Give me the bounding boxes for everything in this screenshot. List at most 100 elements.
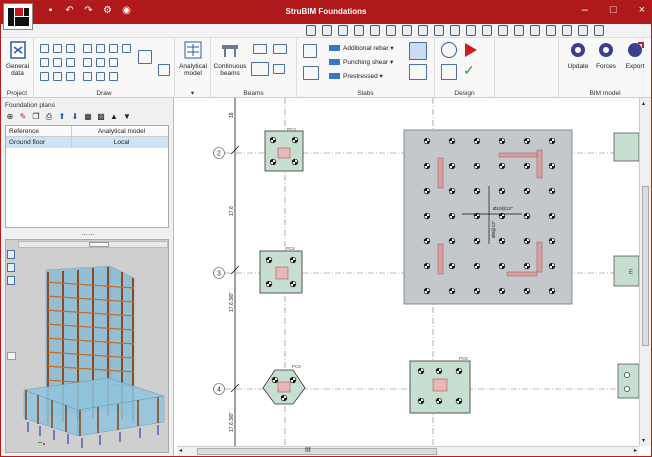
- zoom-all-icon[interactable]: [370, 25, 380, 36]
- draw-slab-icon[interactable]: [40, 72, 49, 81]
- frame-icon[interactable]: [138, 50, 152, 64]
- view-axes-icon[interactable]: [7, 250, 15, 259]
- column-analytical-model[interactable]: Analytical model: [72, 126, 168, 136]
- run-design-icon[interactable]: [465, 43, 477, 57]
- grid-icon[interactable]: [434, 25, 444, 36]
- corner-icon[interactable]: [158, 64, 170, 76]
- tie-beam-icon[interactable]: [253, 44, 267, 54]
- analytical-collapse[interactable]: ▾: [175, 89, 210, 97]
- slab-mesh-icon[interactable]: [409, 42, 427, 60]
- pan-icon[interactable]: [386, 25, 396, 36]
- measure-icon[interactable]: [482, 25, 492, 36]
- check-icon[interactable]: ✓: [463, 62, 475, 79]
- analytical-model-button[interactable]: Analytical model: [178, 41, 208, 77]
- grid-view-icon[interactable]: ▦: [83, 112, 93, 122]
- beam-arrow-icon[interactable]: [273, 64, 285, 74]
- general-data-button[interactable]: General data: [3, 41, 32, 77]
- 3d-view-h-thumb[interactable]: [89, 242, 109, 247]
- draw-line-icon[interactable]: [96, 44, 105, 53]
- align-icon[interactable]: [96, 72, 105, 81]
- 3d-view-v-scrollbar[interactable]: [7, 352, 17, 450]
- add-plan-icon[interactable]: ⊕: [5, 112, 15, 122]
- design-report-icon[interactable]: [441, 64, 457, 80]
- info-icon[interactable]: [594, 25, 604, 36]
- print-plan-icon[interactable]: ⎙: [44, 112, 54, 122]
- canvas-v-thumb[interactable]: [642, 186, 649, 346]
- strap-beam-icon[interactable]: [273, 44, 287, 54]
- 3d-view[interactable]: [5, 239, 169, 453]
- 3d-view-v-thumb[interactable]: [7, 352, 16, 360]
- punching-shear-menu[interactable]: Punching shear ▾: [329, 58, 393, 66]
- footing-partial-2[interactable]: [613, 255, 640, 287]
- draw-footing-icon[interactable]: [40, 44, 49, 53]
- minimize-button[interactable]: –: [582, 4, 588, 16]
- zoom-window-icon[interactable]: [354, 25, 364, 36]
- draw-pencil-icon[interactable]: [66, 44, 75, 53]
- maximize-button[interactable]: □: [610, 4, 617, 16]
- footing-pc6[interactable]: PC6: [259, 246, 303, 294]
- search-icon[interactable]: [109, 58, 118, 67]
- scale-icon[interactable]: [83, 72, 92, 81]
- table-row[interactable]: Ground floor Local: [6, 137, 168, 148]
- print-icon[interactable]: [530, 25, 540, 36]
- app-logo[interactable]: [3, 3, 33, 30]
- view-shield-icon[interactable]: [7, 276, 15, 285]
- copy-icon[interactable]: [83, 58, 92, 67]
- design-refresh-icon[interactable]: [441, 42, 457, 58]
- scroll-left-icon[interactable]: ◂: [179, 447, 182, 454]
- continuous-beams-button[interactable]: Continuous beams: [213, 41, 247, 77]
- canvas-h-thumb[interactable]: [197, 448, 437, 455]
- slab-text-icon[interactable]: [303, 44, 317, 58]
- view-layers-icon[interactable]: [7, 263, 15, 272]
- window-icon[interactable]: [546, 25, 556, 36]
- refresh-icon[interactable]: [402, 25, 412, 36]
- zoom-in-icon[interactable]: [322, 25, 332, 36]
- mirror-icon[interactable]: [96, 58, 105, 67]
- export-button[interactable]: Export: [621, 41, 649, 70]
- footing-pc9[interactable]: PC9: [262, 364, 306, 405]
- rotate-icon[interactable]: [122, 44, 131, 53]
- move-up-icon[interactable]: ⬆: [57, 112, 67, 122]
- 3d-view-h-scrollbar[interactable]: [18, 241, 168, 248]
- footing-partial-3[interactable]: [617, 363, 640, 399]
- beam-stack-icon[interactable]: [251, 62, 269, 76]
- draw-wall-icon[interactable]: [66, 58, 75, 67]
- scroll-up-icon[interactable]: ▴: [642, 100, 645, 107]
- drawing-canvas[interactable]: 17.6 17.6 3/8" 17.6 3/8" 18 2 3 4 PC3 PC…: [177, 98, 640, 446]
- footing-partial-1[interactable]: [613, 132, 640, 162]
- footing-pc3[interactable]: PC3: [264, 127, 304, 172]
- circle-icon[interactable]: [109, 72, 118, 81]
- canvas-h-scrollbar[interactable]: ◂ III ▸: [177, 446, 639, 456]
- draw-tie-beam-icon[interactable]: [53, 44, 62, 53]
- draw-grid-icon[interactable]: [40, 58, 49, 67]
- zoom-out-icon[interactable]: [338, 25, 348, 36]
- ortho-icon[interactable]: [466, 25, 476, 36]
- help-icon[interactable]: [578, 25, 588, 36]
- move-icon[interactable]: [109, 44, 118, 53]
- draw-mat-icon[interactable]: [53, 72, 62, 81]
- copy-plan-icon[interactable]: ❐: [31, 112, 41, 122]
- scroll-right-icon[interactable]: ▸: [634, 447, 637, 454]
- scroll-down-icon[interactable]: ▾: [642, 437, 645, 444]
- draw-building-icon[interactable]: [66, 72, 75, 81]
- snap-icon[interactable]: [450, 25, 460, 36]
- draw-edit-icon[interactable]: [83, 44, 92, 53]
- forces-button[interactable]: Forces: [593, 41, 619, 70]
- collapse-down-icon[interactable]: ▼: [122, 112, 132, 122]
- draw-pile-icon[interactable]: [53, 58, 62, 67]
- update-button[interactable]: Update: [565, 41, 591, 70]
- text-icon[interactable]: [498, 25, 508, 36]
- slab-diamond-icon[interactable]: [409, 64, 427, 80]
- binoculars-icon[interactable]: [306, 25, 316, 36]
- table-icon[interactable]: ▩: [96, 112, 106, 122]
- collapse-up-icon[interactable]: ▲: [109, 112, 119, 122]
- layers-icon[interactable]: [418, 25, 428, 36]
- move-down-icon[interactable]: ⬇: [70, 112, 80, 122]
- slab-edit-icon[interactable]: [303, 66, 319, 80]
- panel-splitter[interactable]: ⋯⋯: [81, 231, 95, 239]
- tools-icon[interactable]: [562, 25, 572, 36]
- additional-rebar-menu[interactable]: Additional rebar ▾: [329, 44, 394, 52]
- canvas-v-scrollbar[interactable]: ▴ ▾: [639, 98, 651, 446]
- close-button[interactable]: ×: [639, 4, 645, 16]
- dimension-icon[interactable]: [514, 25, 524, 36]
